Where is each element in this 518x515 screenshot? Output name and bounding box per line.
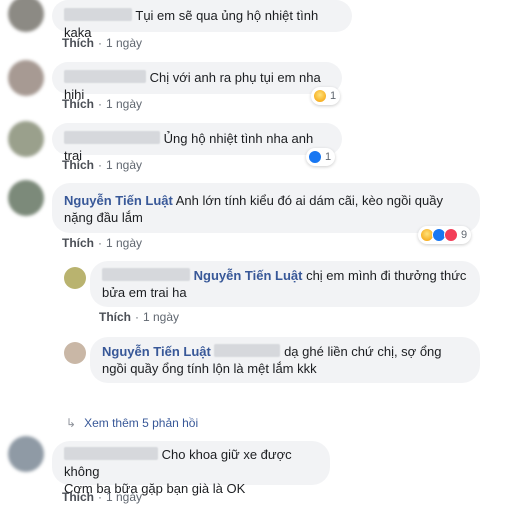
avatar[interactable] <box>8 60 44 96</box>
like-link[interactable]: Thích <box>62 236 94 250</box>
haha-reaction-icon <box>313 89 327 103</box>
reply-text-line2: ngồi quầy ổng tính lộn là mệt lắm kkk <box>102 361 317 376</box>
timestamp[interactable]: 1 ngày <box>106 97 142 111</box>
reply-text: chị em mình đi thưởng thức <box>306 268 467 283</box>
redacted-name <box>102 268 190 281</box>
avatar[interactable] <box>8 180 44 216</box>
reaction-summary[interactable]: 9 <box>418 226 472 244</box>
avatar[interactable] <box>64 267 86 289</box>
reply-actions: Thích · 1 ngày <box>99 310 180 324</box>
comment-bubble: Tụi em sẽ qua ủng hộ nhiệt tình kaka <box>52 0 352 40</box>
comment-bubble: Cho khoa giữ xe được không Cơm ba bữa gặ… <box>52 441 330 496</box>
comment-bubble: Chị với anh ra phụ tụi em nha hihi <box>52 62 342 102</box>
comment-bubble: Ủng hộ nhiệt tình nha anh trai <box>52 123 342 163</box>
redacted-name <box>64 447 158 460</box>
mention-name[interactable]: Nguyễn Tiến Luật <box>194 268 303 283</box>
like-link[interactable]: Thích <box>99 310 131 324</box>
reaction-summary[interactable]: 1 <box>311 87 341 105</box>
reply-text: dạ ghé liền chứ chị, sợ ổng <box>284 344 442 359</box>
like-link[interactable]: Thích <box>62 36 94 50</box>
comment-actions: Thích · 1 ngày <box>62 36 143 50</box>
reply-bubble: Nguyễn Tiến Luật chị em mình đi thưởng t… <box>90 261 480 307</box>
reaction-count: 1 <box>330 90 337 102</box>
like-link[interactable]: Thích <box>62 490 94 504</box>
like-reaction-icon <box>308 150 322 164</box>
view-more-replies[interactable]: ↳ Xem thêm 5 phản hồi <box>66 416 198 430</box>
timestamp[interactable]: 1 ngày <box>106 158 142 172</box>
view-more-label[interactable]: Xem thêm 5 phản hồi <box>84 416 198 430</box>
comment-actions: Thích · 1 ngày <box>62 158 143 172</box>
avatar[interactable] <box>8 121 44 157</box>
reaction-count: 1 <box>325 151 332 163</box>
avatar[interactable] <box>8 0 44 32</box>
reaction-count: 9 <box>461 229 468 241</box>
like-link[interactable]: Thích <box>62 97 94 111</box>
comment-actions: Thích · 1 ngày <box>62 97 143 111</box>
redacted-name <box>214 344 281 357</box>
redacted-name <box>64 70 146 83</box>
redacted-name <box>64 8 132 21</box>
love-reaction-icon <box>444 228 458 242</box>
commenter-name[interactable]: Nguyễn Tiến Luật <box>102 344 211 359</box>
comment-text-line2: nặng đầu lắm <box>64 210 143 225</box>
commenter-name[interactable]: Nguyễn Tiến Luật <box>64 193 173 208</box>
redacted-name <box>64 131 160 144</box>
timestamp[interactable]: 1 ngày <box>106 490 142 504</box>
reaction-summary[interactable]: 1 <box>306 148 336 166</box>
timestamp[interactable]: 1 ngày <box>143 310 179 324</box>
avatar[interactable] <box>8 436 44 472</box>
reply-text-line2: bửa em trai ha <box>102 285 187 300</box>
timestamp[interactable]: 1 ngày <box>106 36 142 50</box>
reply-arrow-icon: ↳ <box>66 416 77 430</box>
avatar[interactable] <box>64 342 86 364</box>
comment-text: Anh lớn tính kiểu đó ai dám cãi, kèo ngồ… <box>175 193 443 208</box>
reply-bubble: Nguyễn Tiến Luật dạ ghé liền chứ chị, sợ… <box>90 337 480 383</box>
comment-bubble: Nguyễn Tiến Luật Anh lớn tính kiểu đó ai… <box>52 183 480 233</box>
like-link[interactable]: Thích <box>62 158 94 172</box>
timestamp[interactable]: 1 ngày <box>106 236 142 250</box>
comment-actions: Thích · 1 ngày <box>62 490 143 504</box>
comment-actions: Thích · 1 ngày <box>62 236 143 250</box>
